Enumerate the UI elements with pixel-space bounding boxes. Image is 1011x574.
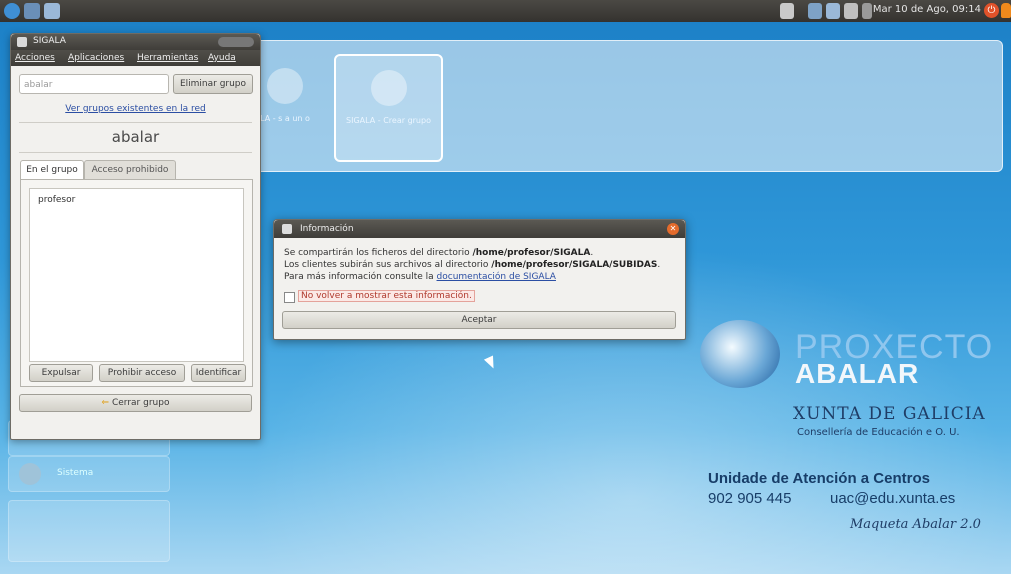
app-icon — [17, 37, 27, 47]
list-item[interactable]: profesor — [38, 195, 75, 205]
user-icon[interactable] — [1001, 3, 1011, 18]
abalar-logo-icon — [700, 320, 780, 388]
brand-block: PROXECTO ABALAR XUNTA DE GALICIA Consell… — [690, 310, 1010, 570]
window-title: SIGALA — [33, 36, 66, 46]
users-icon[interactable] — [808, 3, 822, 19]
tab-in-group[interactable]: En el grupo — [20, 160, 84, 179]
close-group-icon: ⇐ — [101, 398, 110, 408]
brand-unidade: Unidade de Atención a Centros — [708, 470, 930, 487]
close-group-label: Cerrar grupo — [111, 398, 170, 408]
display-icon[interactable] — [826, 3, 840, 19]
brand-xunta: XUNTA DE GALICIA — [793, 404, 986, 424]
close-icon[interactable]: ✕ — [667, 223, 679, 235]
dialog-title: Información — [300, 224, 354, 234]
brand-abalar: ABALAR — [795, 358, 920, 389]
people-icon — [267, 68, 303, 104]
gear-icon — [19, 463, 41, 485]
line-1-end: . — [590, 248, 594, 258]
network-icon[interactable] — [780, 3, 794, 19]
top-panel: Mar 10 de Ago, 09:14 ⏻ — [0, 0, 1011, 22]
ubuntu-logo-icon[interactable] — [4, 3, 20, 19]
info-icon — [282, 224, 292, 234]
launcher-tile-partial[interactable]: LA - s a un o — [255, 54, 315, 158]
docs-link[interactable]: documentación de SIGALA — [437, 272, 556, 282]
brand-email: uac@edu.xunta.es — [830, 490, 956, 507]
brand-conselleria: Consellería de Educación e O. U. — [797, 427, 960, 438]
sidebar-item-system[interactable]: Sistema — [8, 456, 170, 492]
group-icon — [370, 70, 407, 106]
sidebar-item-blank[interactable] — [8, 500, 170, 562]
menubar: Acciones Aplicaciones Herramientas Ayuda — [11, 50, 260, 66]
menu-ayuda[interactable]: Ayuda — [208, 53, 236, 63]
dialog-line-3: Para más información consulte la documen… — [284, 272, 556, 282]
sidebar-item-label: Sistema — [57, 468, 94, 478]
members-list: profesor — [29, 188, 244, 362]
volume-icon[interactable] — [862, 3, 872, 19]
people-icon[interactable] — [24, 3, 40, 19]
remove-group-button[interactable]: Eliminar grupo — [173, 74, 253, 94]
tile-label: SIGALA - Crear grupo — [346, 116, 431, 125]
forbid-access-button[interactable]: Prohibir acceso — [99, 364, 185, 382]
divider — [19, 152, 252, 153]
launcher-tile-create-group[interactable]: SIGALA - Crear grupo — [334, 54, 443, 162]
dialog-line-2: Los clientes subirán sus archivos al dir… — [284, 260, 660, 270]
divider — [19, 122, 252, 123]
line-1-text: Se compartirán los ficheros del director… — [284, 248, 473, 258]
line-3-text: Para más información consulte la — [284, 272, 437, 282]
dont-show-checkbox[interactable] — [284, 292, 295, 303]
tile-label: LA - s a un o — [260, 114, 310, 123]
identify-button[interactable]: Identificar — [191, 364, 246, 382]
battery-icon[interactable] — [844, 3, 858, 19]
line-2-end: . — [657, 260, 661, 270]
screen-icon[interactable] — [44, 3, 60, 19]
view-groups-link[interactable]: Ver grupos existentes en la red — [11, 104, 260, 114]
menu-acciones[interactable]: Acciones — [15, 53, 55, 63]
menu-herramientas[interactable]: Herramientas — [137, 53, 198, 63]
line-2-text: Los clientes subirán sus archivos al dir… — [284, 260, 492, 270]
tab-forbidden-access[interactable]: Acceso prohibido — [84, 160, 176, 179]
accept-button[interactable]: Aceptar — [282, 311, 676, 329]
window-controls[interactable] — [218, 37, 254, 47]
group-title: abalar — [111, 128, 160, 146]
group-name-input[interactable]: abalar — [19, 74, 169, 94]
expel-button[interactable]: Expulsar — [29, 364, 93, 382]
dialog-line-1: Se compartirán los ficheros del director… — [284, 248, 593, 258]
line-2-path: /home/profesor/SIGALA/SUBIDAS — [491, 260, 658, 270]
brand-maqueta: Maqueta Abalar 2.0 — [850, 517, 981, 532]
menu-aplicaciones[interactable]: Aplicaciones — [68, 53, 124, 63]
power-icon[interactable]: ⏻ — [984, 3, 999, 18]
mouse-cursor-icon — [483, 355, 499, 371]
tab-panel: profesor Expulsar Prohibir acceso Identi… — [20, 179, 253, 387]
desktop: Mar 10 de Ago, 09:14 ⏻ LA - s a un o SIG… — [0, 0, 1011, 574]
clock[interactable]: Mar 10 de Ago, 09:14 — [873, 4, 981, 15]
brand-phone: 902 905 445 — [708, 490, 792, 507]
window-titlebar[interactable]: SIGALA — [11, 34, 260, 50]
sigala-window: SIGALA Acciones Aplicaciones Herramienta… — [10, 33, 261, 440]
dont-show-label[interactable]: No volver a mostrar esta información. — [298, 290, 475, 302]
close-group-button[interactable]: ⇐ Cerrar grupo — [19, 394, 252, 412]
dialog-titlebar[interactable]: Información ✕ — [274, 220, 685, 238]
line-1-path: /home/profesor/SIGALA — [472, 248, 591, 258]
info-dialog: Información ✕ Se compartirán los fichero… — [273, 219, 686, 340]
